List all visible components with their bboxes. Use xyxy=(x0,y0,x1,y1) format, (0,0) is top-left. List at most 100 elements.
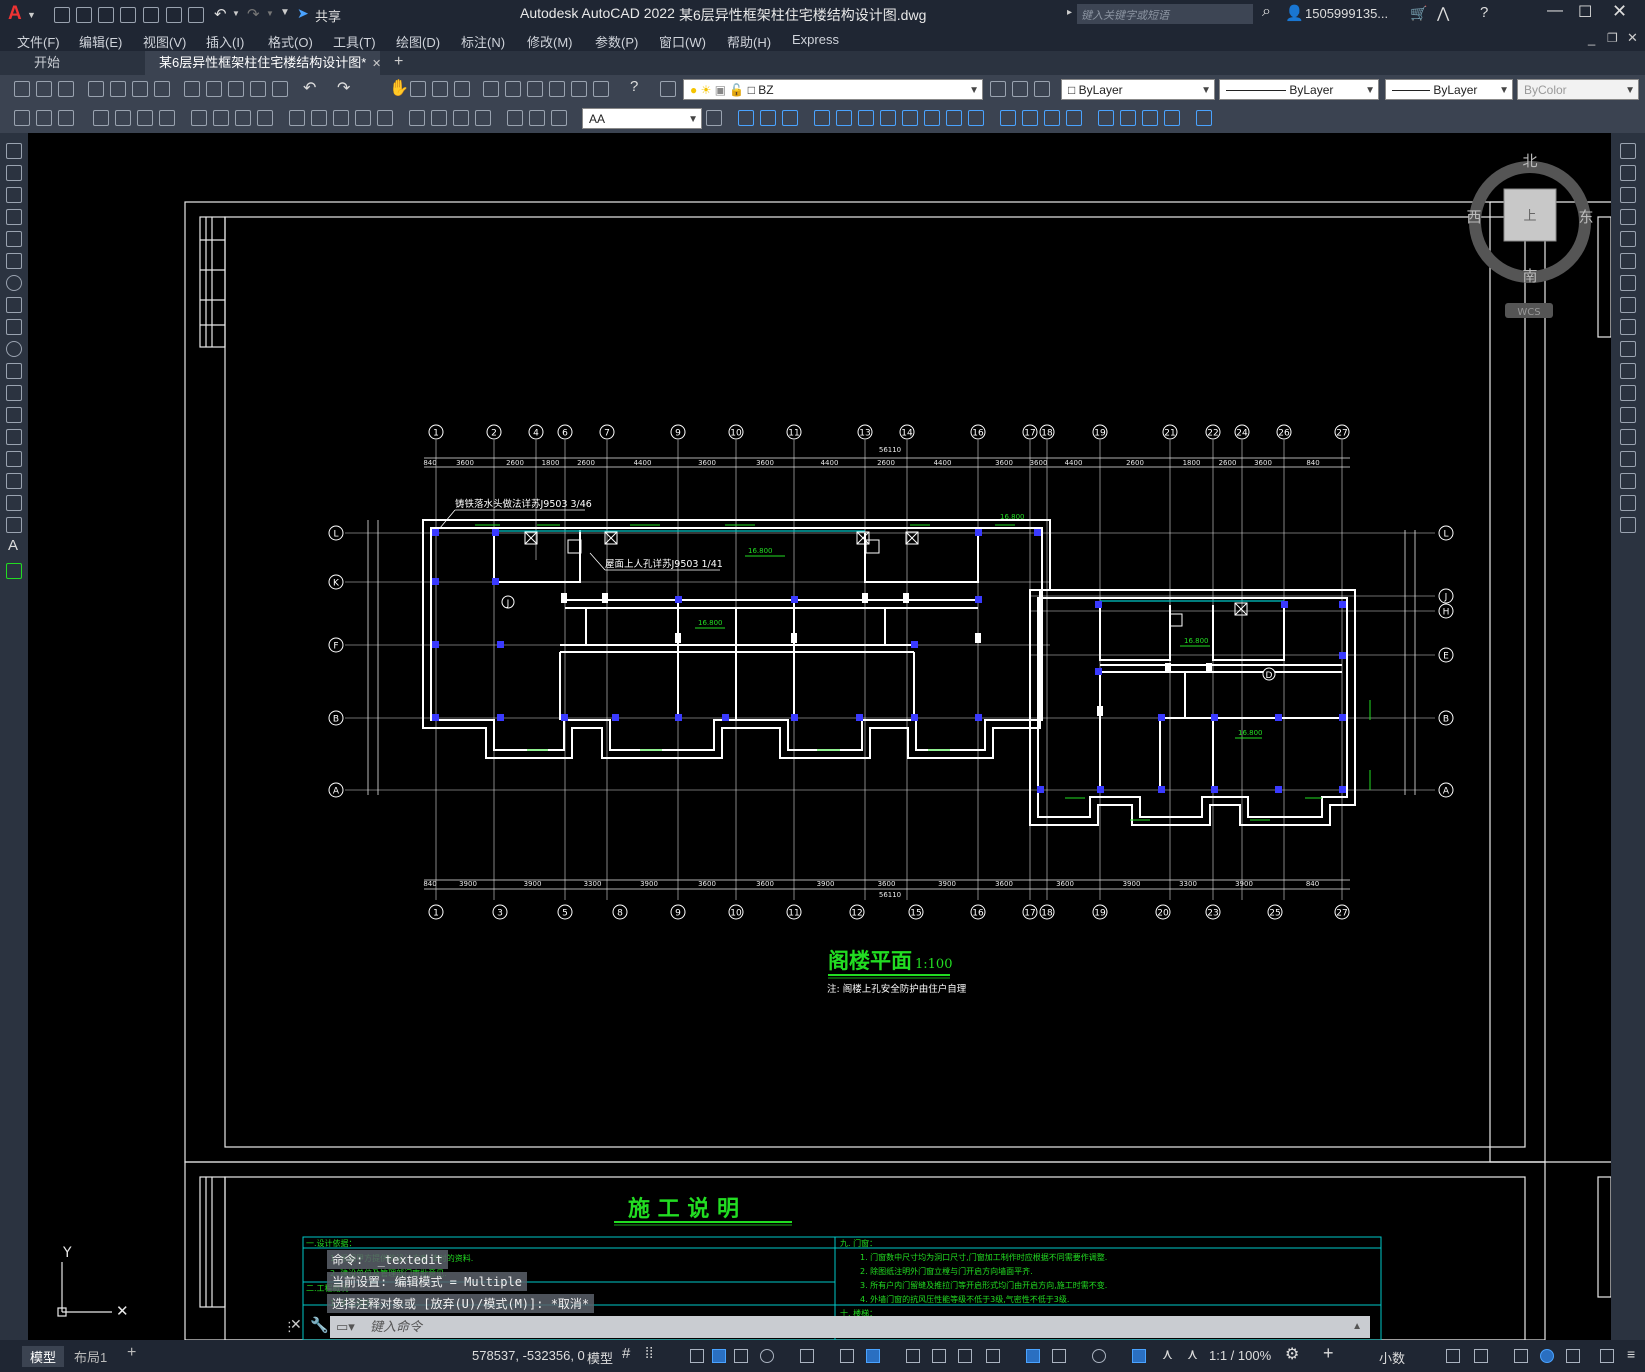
menu-dimension[interactable]: 标注(N) xyxy=(461,32,505,51)
object-snap-icon[interactable] xyxy=(866,1349,880,1363)
angular-dim-icon[interactable] xyxy=(257,110,273,126)
cart-icon[interactable]: 🛒 xyxy=(1410,5,1427,22)
block-editor-icon[interactable] xyxy=(272,81,288,97)
menu-help[interactable]: 帮助(H) xyxy=(727,32,771,51)
app-menu-arrow-icon[interactable]: ▼ xyxy=(27,10,36,20)
dim-edit-icon[interactable] xyxy=(507,110,523,126)
dim-space-icon[interactable] xyxy=(355,110,371,126)
undo-icon[interactable]: ↶ xyxy=(214,5,227,23)
menu-modify[interactable]: 修改(M) xyxy=(527,32,573,51)
break-icon[interactable] xyxy=(1000,110,1016,126)
selection-cycling-icon[interactable] xyxy=(958,1349,972,1363)
workspace-gear-icon[interactable]: ⚙ xyxy=(1285,1344,1299,1364)
stretch-icon[interactable] xyxy=(1620,319,1636,335)
plot-preview-icon[interactable] xyxy=(110,81,126,97)
isolate-objects-icon[interactable] xyxy=(1514,1349,1528,1363)
command-input[interactable]: ▭▾ 键入命令 ▲ xyxy=(330,1316,1370,1338)
rectangle-icon[interactable] xyxy=(6,231,22,247)
search-input[interactable]: 键入关键字或短语 xyxy=(1077,4,1253,24)
menu-draw[interactable]: 绘图(D) xyxy=(396,32,440,51)
graphics-performance-icon[interactable] xyxy=(1540,1349,1554,1363)
open-icon[interactable] xyxy=(36,81,52,97)
help-icon[interactable]: ? xyxy=(1480,4,1488,21)
undo-dropdown-icon[interactable]: ▼ xyxy=(232,9,240,18)
continue-dim-icon[interactable] xyxy=(333,110,349,126)
layer-dropdown[interactable]: ● ☀ ▣ 🔓 □ BZ ▼ xyxy=(683,79,983,100)
plot-icon[interactable] xyxy=(88,81,104,97)
object-snap-tracking-icon[interactable] xyxy=(840,1349,854,1363)
text-style-icon[interactable] xyxy=(36,110,52,126)
new-icon[interactable] xyxy=(54,7,70,23)
open-icon[interactable] xyxy=(76,7,92,23)
scale-icon[interactable] xyxy=(902,110,918,126)
arc-length-icon[interactable] xyxy=(137,110,153,126)
tool-palettes-icon[interactable] xyxy=(527,81,543,97)
minimize-icon[interactable]: — xyxy=(1547,2,1563,20)
fillet-icon[interactable] xyxy=(1066,110,1082,126)
make-block-icon[interactable] xyxy=(6,407,22,423)
color-dropdown[interactable]: □ ByLayer ▼ xyxy=(1061,79,1215,100)
help-icon[interactable]: ? xyxy=(630,78,638,95)
zoom-previous-icon[interactable] xyxy=(454,81,470,97)
pan-icon[interactable]: ✋ xyxy=(389,78,409,98)
viewcube-south[interactable]: 南 xyxy=(1522,267,1537,285)
aligned-dim-icon[interactable] xyxy=(115,110,131,126)
isodraft-icon[interactable] xyxy=(800,1349,814,1363)
copy-icon[interactable] xyxy=(206,81,222,97)
chamfer-icon[interactable] xyxy=(1620,451,1636,467)
selection-filter-icon[interactable] xyxy=(1052,1349,1066,1363)
linetype-dropdown[interactable]: ByLayer ▼ xyxy=(1219,79,1379,100)
quick-dim-icon[interactable] xyxy=(289,110,305,126)
design-center-icon[interactable] xyxy=(505,81,521,97)
dim-style-manager-icon[interactable] xyxy=(706,110,722,126)
polyline-icon[interactable] xyxy=(6,187,22,203)
paste-icon[interactable] xyxy=(228,81,244,97)
break-at-point-icon[interactable] xyxy=(1620,385,1636,401)
qnew-icon[interactable] xyxy=(14,81,30,97)
copy-object-icon[interactable] xyxy=(760,110,776,126)
polar-icon[interactable] xyxy=(760,1349,774,1363)
revcloud-icon[interactable] xyxy=(6,297,22,313)
mirror-icon[interactable] xyxy=(1620,187,1636,203)
explode-icon[interactable] xyxy=(1620,517,1636,533)
menu-format[interactable]: 格式(O) xyxy=(268,32,313,51)
rotate-icon[interactable] xyxy=(1620,275,1636,291)
coordinates-readout[interactable]: 578537, -532356, 0 xyxy=(472,1348,585,1363)
tab-drawing[interactable]: 某6层异性框架柱住宅楼结构设计图* xyxy=(145,51,381,75)
trim-icon[interactable] xyxy=(1620,341,1636,357)
annotation-monitor-icon[interactable]: + xyxy=(1323,1343,1334,1364)
save-as-icon[interactable] xyxy=(120,7,136,23)
viewcube[interactable]: 上 北 南 东 西 WCS xyxy=(1466,152,1594,318)
circle-icon[interactable] xyxy=(6,275,22,291)
join-icon[interactable] xyxy=(1022,110,1038,126)
dim-style-icon[interactable] xyxy=(14,110,30,126)
redo-dropdown-icon[interactable]: ▼ xyxy=(266,9,274,18)
insert-block-icon[interactable] xyxy=(6,385,22,401)
point-icon[interactable] xyxy=(6,429,22,445)
rotate-icon[interactable] xyxy=(880,110,896,126)
gradient-icon[interactable] xyxy=(6,473,22,489)
tolerance-icon[interactable] xyxy=(409,110,425,126)
search-expand-icon[interactable]: ▸ xyxy=(1067,7,1072,18)
menu-edit[interactable]: 编辑(E) xyxy=(79,32,122,51)
mirror-icon[interactable] xyxy=(782,110,798,126)
layout-tab[interactable]: 布局1 xyxy=(74,1347,107,1366)
zoom-realtime-icon[interactable] xyxy=(410,81,426,97)
autodesk-a360-icon[interactable]: ⋀ xyxy=(1437,4,1449,22)
fullscreen-icon[interactable] xyxy=(1600,1349,1614,1363)
command-close-icon[interactable]: ✕ xyxy=(290,1316,302,1333)
break-icon[interactable] xyxy=(1620,407,1636,423)
doc-minimize-icon[interactable]: _ xyxy=(1588,31,1595,46)
offset-icon[interactable] xyxy=(814,110,830,126)
lock-ui-icon[interactable] xyxy=(1474,1349,1488,1363)
save-web-icon[interactable] xyxy=(166,7,182,23)
jogged-linear-icon[interactable] xyxy=(475,110,491,126)
dim-text-edit-icon[interactable] xyxy=(529,110,545,126)
dynamic-input-icon[interactable] xyxy=(712,1349,726,1363)
user-account[interactable]: 1505999135... xyxy=(1305,6,1388,21)
infer-constraints-icon[interactable] xyxy=(690,1349,704,1363)
save-icon[interactable] xyxy=(98,7,114,23)
menu-file[interactable]: 文件(F) xyxy=(17,32,60,51)
viewcube-north[interactable]: 北 xyxy=(1522,152,1537,170)
doc-close-icon[interactable]: ✕ xyxy=(1627,30,1638,46)
